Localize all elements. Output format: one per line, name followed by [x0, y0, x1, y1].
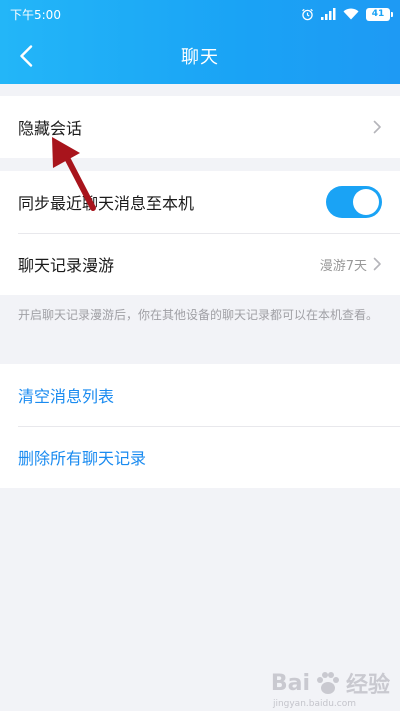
settings-group-hidden: 隐藏会话: [0, 96, 400, 158]
header: 下午5:00 41 聊天: [0, 0, 400, 84]
settings-group-clear: 清空消息列表 删除所有聊天记录: [0, 364, 400, 488]
settings-group-sync: 同步最近聊天消息至本机 聊天记录漫游 漫游7天: [0, 171, 400, 295]
alarm-icon: [302, 8, 313, 20]
watermark-sub: jingyan.baidu.com: [272, 699, 356, 709]
chevron-right-icon: [373, 257, 381, 271]
hidden-chats-right: [373, 120, 382, 134]
battery-icon: 41: [366, 7, 393, 21]
chevron-right-icon: [373, 120, 381, 134]
chat-roaming-row[interactable]: 聊天记录漫游 漫游7天: [0, 233, 400, 295]
chevron-left-icon: [20, 45, 33, 67]
sync-messages-label: 同步最近聊天消息至本机: [18, 194, 195, 213]
status-icons: 41: [301, 7, 393, 21]
watermark-text: Bai: [270, 670, 310, 696]
toggle-knob: [353, 189, 379, 215]
hidden-chats-label: 隐藏会话: [18, 119, 83, 138]
back-button[interactable]: [8, 38, 44, 74]
chat-roaming-value: 漫游7天: [319, 258, 367, 274]
roaming-hint-text: 开启聊天记录漫游后，你在其他设备的聊天记录都可以在本机查看。: [18, 308, 379, 322]
hidden-chats-row[interactable]: 隐藏会话: [0, 96, 400, 158]
wifi-icon: [343, 8, 359, 20]
delete-all-records-row[interactable]: 删除所有聊天记录: [0, 426, 400, 488]
delete-all-records-label: 删除所有聊天记录: [18, 449, 147, 468]
chat-roaming-label: 聊天记录漫游: [18, 256, 115, 275]
nav-bar: 聊天: [0, 28, 400, 84]
sync-messages-toggle[interactable]: [326, 186, 382, 218]
status-bar: 下午5:00 41: [0, 0, 400, 28]
status-time: 下午5:00: [10, 7, 61, 22]
baidu-paw-icon: [316, 672, 339, 694]
clear-message-list-row[interactable]: 清空消息列表: [0, 364, 400, 426]
chat-roaming-right: 漫游7天: [320, 255, 382, 274]
sync-messages-row: 同步最近聊天消息至本机: [0, 171, 400, 233]
watermark-text2: 经验: [345, 673, 390, 698]
clear-message-list-label: 清空消息列表: [18, 387, 115, 406]
baidu-watermark: Bai 经验: [271, 667, 390, 699]
signal-icon: [321, 8, 336, 20]
page-title: 聊天: [181, 47, 219, 68]
